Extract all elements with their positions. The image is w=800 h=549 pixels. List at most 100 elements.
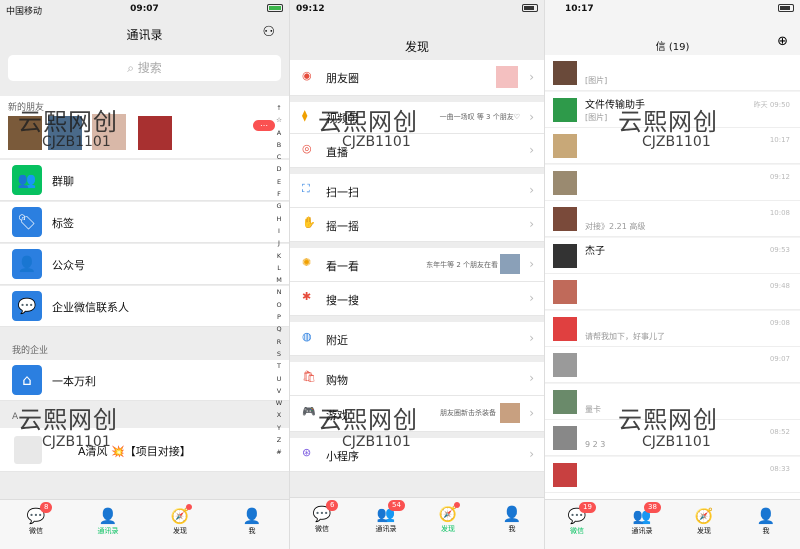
avatar [553,134,577,158]
group-chat-icon: 👥 [12,165,42,195]
mini-program-icon: ⊛ [302,446,312,459]
chat-row[interactable]: 10:17 [545,128,800,164]
friend-avatar [48,116,82,150]
chat-row[interactable]: 08:33 [545,456,800,493]
top-stories-item[interactable]: ✺ 看一看 东年牛等 2 个朋友在看 › [290,248,544,282]
tab-discover[interactable]: 🧭 发现 [423,504,473,534]
chat-time: 09:53 [769,245,790,254]
games-item[interactable]: 🎮 游戏 朋友圈新击杀装备 › [290,396,544,432]
item-label: 扫一扫 [326,186,359,199]
live-icon: ◎ [302,142,312,155]
scan-icon: ⛶ [302,182,310,195]
live-item[interactable]: ◎ 直播 › [290,134,544,168]
add-friend-icon[interactable]: ⚇ [262,24,275,40]
chat-icon: 💬 [26,507,46,525]
battery-icon [267,3,283,13]
item-label: 看一看 [326,260,359,273]
group-chat-item[interactable]: 👥 群聊 [0,160,289,201]
shake-icon: ✋ [302,216,316,229]
unread-badge: 19 [579,502,596,513]
wecom-contacts-item[interactable]: 💬 企业微信联系人 [0,286,289,327]
channels-preview: 一曲一场叹 等 3 个朋友♡ [439,113,520,121]
new-friends-section[interactable]: 新的朋友 ⋯ [0,96,289,158]
chat-row[interactable]: 9 2 3 08:52 [545,420,800,456]
item-label: 游戏 [326,409,348,422]
chat-icon: 💬 [312,505,332,523]
alphabet-index[interactable]: ↑ ☆ A B C D E F G H I J K L M N O P Q R S T U V W X Y Z # [274,102,284,459]
tab-discover[interactable]: 🧭 发现 [155,506,205,536]
chat-row[interactable]: 量卡 [545,383,800,420]
tab-wechat[interactable]: 💬 微信 [297,504,347,534]
section-header: 我的企业 [12,346,49,356]
discover-dot [186,504,192,510]
friend-avatar [92,114,126,150]
chats-screen: 10:17 信 (19) ⊕ [图片] 文件传输助手 [图片] 昨天 09:50 10:… [544,0,800,549]
scan-item[interactable]: ⛶ 扫一扫 › [290,174,544,208]
chat-row[interactable]: 请帮我加下，好事儿了 09:08 [545,310,800,347]
friend-avatar [138,116,172,150]
moments-icon: ◉ [302,69,312,82]
chat-time: 08:52 [769,428,790,436]
avatar [553,462,577,487]
shake-item[interactable]: ✋ 摇一摇 › [290,208,544,242]
tab-me[interactable]: 👤 我 [487,504,537,534]
person-icon: 👤 [242,507,262,525]
status-bar: 中国移动 09:07 [0,0,289,18]
chat-row[interactable]: 09:07 [545,347,800,383]
item-label: 一本万利 [52,375,96,388]
chat-row[interactable]: 杰子 09:53 [545,237,800,274]
chat-row[interactable]: 09:12 [545,164,800,201]
item-label: 搜一搜 [326,294,359,307]
discover-screen: 09:12 发现 ◉ 朋友圈 › ⧫ 视频号 一曲一场叹 等 3 个朋友♡ › … [289,0,544,549]
home-icon: ⌂ [12,365,42,395]
item-label: 附近 [326,334,348,347]
channels-item[interactable]: ⧫ 视频号 一曲一场叹 等 3 个朋友♡ › [290,102,544,134]
tab-contacts[interactable]: 👤 通讯录 [83,506,133,536]
tags-item[interactable]: 🏷 标签 [0,202,289,243]
item-label: 公众号 [52,259,85,272]
tab-wechat[interactable]: 💬 微信 [11,506,61,536]
item-label: 标签 [52,217,74,230]
clock: 09:07 [130,4,159,14]
item-label: 朋友圈 [326,72,359,85]
contacts-badge: 54 [388,500,405,511]
contact-row[interactable]: A清风 💥【项目对接】 [0,428,289,472]
chat-preview: 对接》2.21 高级 [585,222,646,231]
tab-discover[interactable]: 🧭 发现 [679,506,729,536]
tab-me[interactable]: 👤 我 [227,506,277,536]
item-label: 小程序 [326,450,359,463]
shopping-item[interactable]: 🛍 购物 › [290,362,544,396]
search-bar[interactable]: ⌕ 搜索 [8,55,281,81]
compass-icon: 🧭 [170,507,190,525]
nearby-item[interactable]: ◍ 附近 › [290,322,544,356]
page-title: 信 (19) [655,42,690,53]
avatar [553,61,577,85]
tab-bar: 💬 微信 6 👥 通讯录 54 🧭 发现 👤 我 [290,497,544,549]
avatar [14,436,42,464]
avatar [553,97,577,122]
chat-row[interactable]: 对接》2.21 高级 10:08 [545,201,800,237]
avatar [553,389,577,414]
tab-me[interactable]: 👤 我 [741,506,791,536]
avatar [553,170,577,195]
chat-row[interactable]: [图片] [545,55,800,91]
top-stories-icon: ✺ [302,256,312,269]
compass-icon: 🧭 [438,505,458,523]
chat-preview: 请帮我加下，好事儿了 [585,331,665,341]
games-preview: 朋友圈新击杀装备 [440,409,496,417]
enterprise-item[interactable]: ⌂ 一本万利 [0,360,289,401]
contacts-badge: 38 [644,502,661,513]
item-label: 购物 [326,374,348,387]
section-header: A [12,412,19,422]
add-icon[interactable]: ⊕ [777,34,788,49]
search-placeholder: 搜索 [137,61,162,75]
mini-programs-item[interactable]: ⊛ 小程序 › [290,438,544,472]
page-title: 通讯录 [126,28,163,42]
chat-row[interactable]: 09:48 [545,274,800,310]
official-accounts-item[interactable]: 👤 公众号 [0,244,289,285]
channels-icon: ⧫ [302,109,308,122]
search-item[interactable]: ✱ 搜一搜 › [290,282,544,316]
chat-row[interactable]: 文件传输助手 [图片] 昨天 09:50 [545,91,800,128]
search-icon: ✱ [302,290,312,303]
moments-item[interactable]: ◉ 朋友圈 › [290,60,544,96]
